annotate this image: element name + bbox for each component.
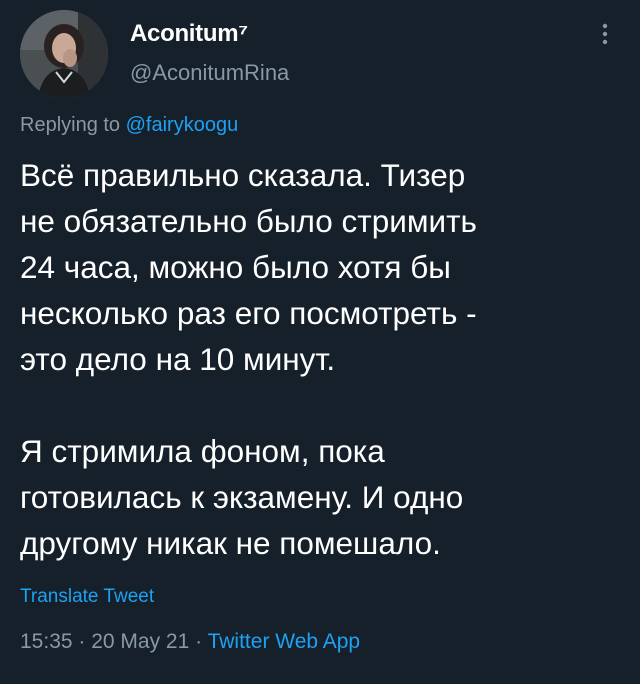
tweet-source-link[interactable]: Twitter Web App bbox=[208, 630, 361, 653]
tweet-line: готовилась к экзамену. И одно bbox=[20, 479, 464, 515]
tweet-line: это дело на 10 минут. bbox=[20, 341, 336, 377]
reply-mention-link[interactable]: @fairykoogu bbox=[126, 114, 239, 136]
replying-to-line: Replying to @fairykoogu bbox=[20, 114, 238, 137]
user-handle[interactable]: @AconitumRina bbox=[130, 60, 289, 86]
tweet-time[interactable]: 15:35 bbox=[20, 630, 73, 653]
avatar-image bbox=[20, 10, 108, 98]
tweet-line: не обязательно было стримить bbox=[20, 203, 477, 239]
tweet-line: Всё правильно сказала. Тизер bbox=[20, 157, 466, 193]
tweet-meta: 15:35 · 20 May 21 · Twitter Web App bbox=[20, 630, 360, 654]
meta-separator: · bbox=[72, 630, 92, 653]
tweet-text: Всё правильно сказала. Тизер не обязател… bbox=[20, 152, 620, 566]
tweet-line: Я стримила фоном, пока bbox=[20, 433, 385, 469]
replying-to-label: Replying to bbox=[20, 114, 126, 136]
display-name[interactable]: Aconitum⁷ bbox=[130, 20, 248, 48]
avatar[interactable] bbox=[20, 10, 108, 98]
meta-separator: · bbox=[189, 630, 208, 653]
tweet: Aconitum⁷ @AconitumRina Replying to @fai… bbox=[0, 0, 640, 684]
more-vertical-icon[interactable] bbox=[600, 22, 610, 46]
tweet-date[interactable]: 20 May 21 bbox=[91, 630, 189, 653]
translate-tweet-link[interactable]: Translate Tweet bbox=[20, 586, 154, 608]
tweet-line: 24 часа, можно было хотя бы bbox=[20, 249, 451, 285]
tweet-line: несколько раз его посмотреть - bbox=[20, 295, 477, 331]
tweet-line: другому никак не помешало. bbox=[20, 525, 441, 561]
